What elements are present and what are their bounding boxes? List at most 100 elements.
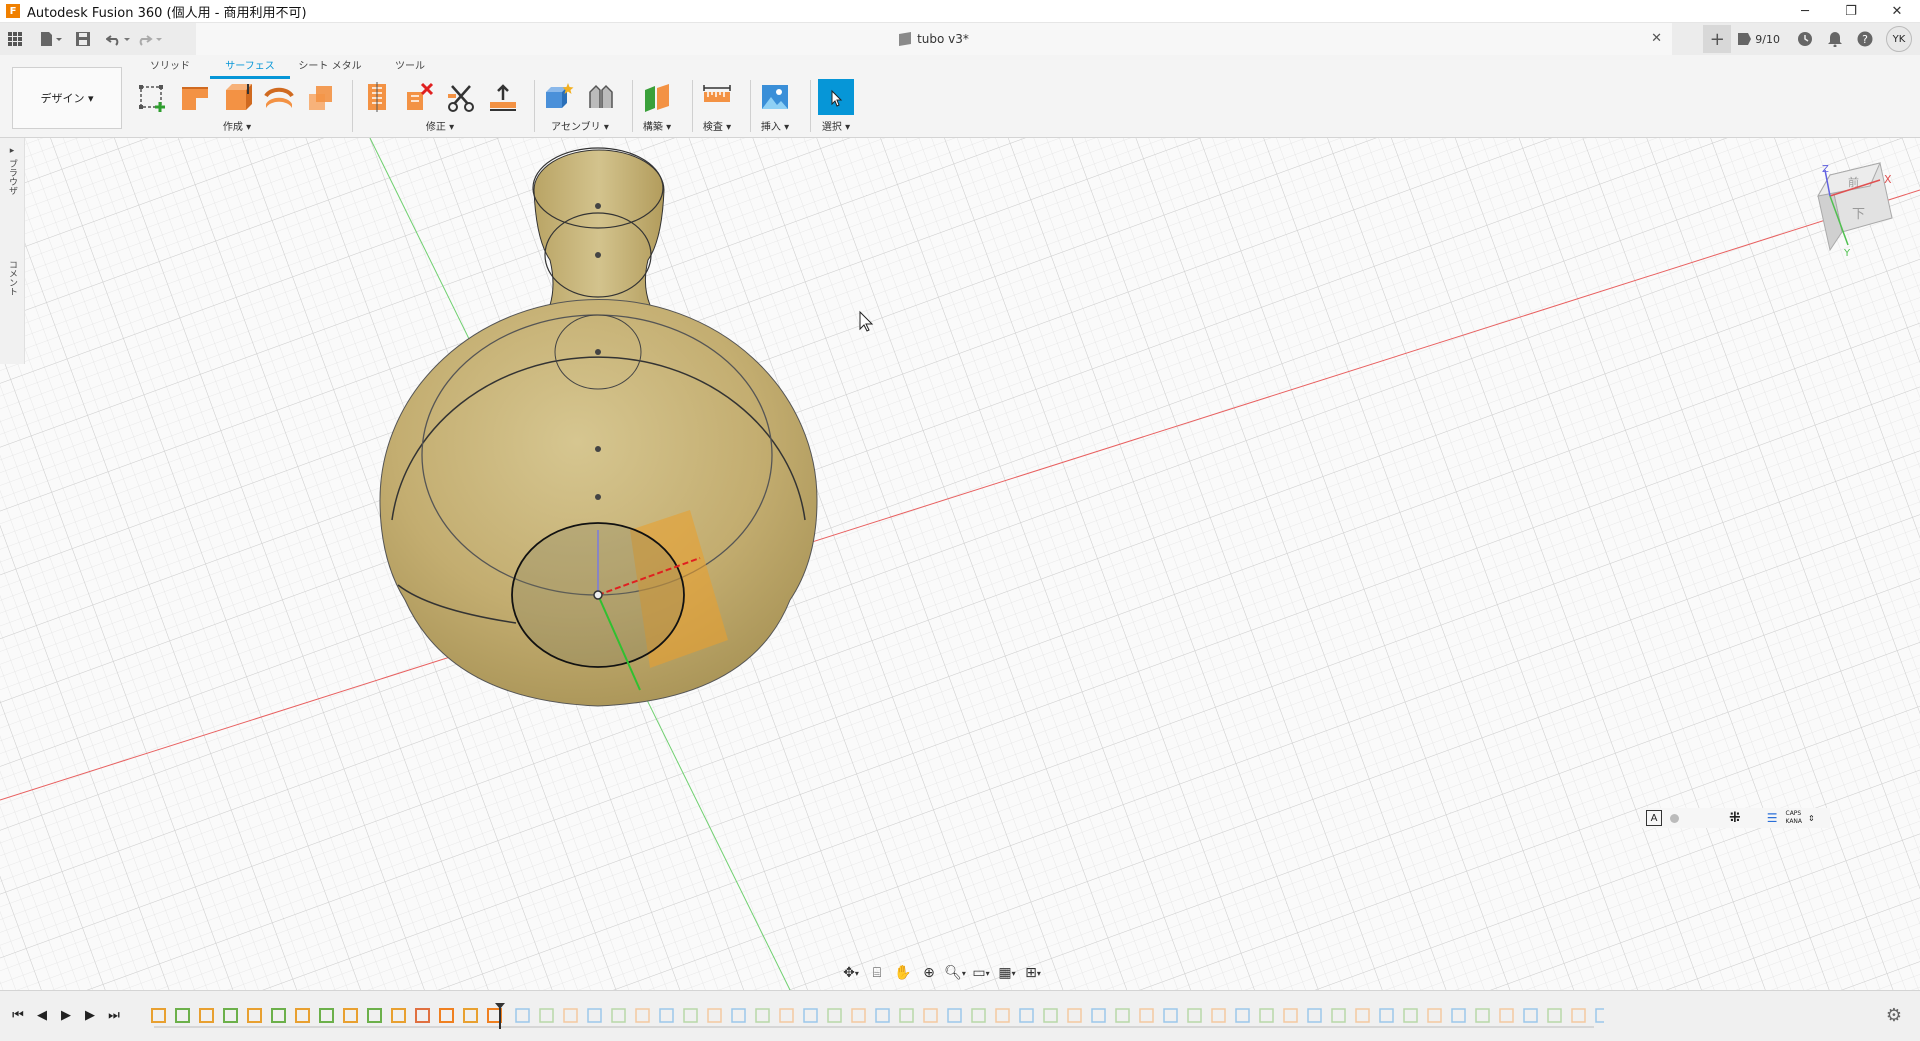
document-close-icon[interactable]: ✕ [1651, 31, 1662, 46]
timeline-feature-icon[interactable] [343, 1008, 358, 1023]
timeline-feature-icon[interactable] [563, 1008, 578, 1023]
timeline-feature-icon[interactable] [319, 1008, 334, 1023]
timeline-feature-icon[interactable] [803, 1008, 818, 1023]
timeline-settings-gear-icon[interactable]: ⚙ [1886, 1005, 1902, 1026]
timeline-previous-icon[interactable]: ◀ [32, 1007, 52, 1023]
file-menu-icon[interactable] [40, 26, 62, 52]
origin-point[interactable] [593, 590, 603, 600]
browser-tab[interactable]: ▸ ブラウザ [6, 146, 19, 195]
timeline-feature-icon[interactable] [1067, 1008, 1082, 1023]
timeline-feature-icon[interactable] [247, 1008, 262, 1023]
new-tab-plus-icon[interactable]: + [1703, 25, 1732, 53]
timeline-feature-icon[interactable] [1283, 1008, 1298, 1023]
timeline-feature-icon[interactable] [1043, 1008, 1058, 1023]
tab-surface[interactable]: サーフェス [210, 57, 290, 79]
timeline-feature-icon[interactable] [391, 1008, 406, 1023]
viewports-icon[interactable]: ⊞ ▾ [1020, 963, 1046, 983]
timeline-feature-icon[interactable] [1235, 1008, 1250, 1023]
user-avatar[interactable]: YK [1886, 26, 1912, 52]
timeline-feature-icon[interactable] [947, 1008, 962, 1023]
ime-mode-icon[interactable]: A [1646, 810, 1662, 826]
timeline-feature-icon[interactable] [707, 1008, 722, 1023]
create-group-label[interactable]: 作成 ▾ [223, 118, 251, 133]
timeline-feature-icon[interactable] [995, 1008, 1010, 1023]
timeline-feature-icon[interactable] [1307, 1008, 1322, 1023]
offset-surface-icon[interactable] [304, 81, 338, 113]
timeline-feature-icon[interactable] [151, 1008, 166, 1023]
timeline-feature-icon[interactable] [755, 1008, 770, 1023]
timeline-feature-icon[interactable] [659, 1008, 674, 1023]
workspace-dropdown[interactable]: デザイン ▾ [12, 67, 122, 129]
ime-dot-icon[interactable] [1670, 813, 1679, 823]
timeline-feature-icon[interactable] [1163, 1008, 1178, 1023]
redo-icon[interactable] [138, 26, 164, 52]
revolve-surface-icon[interactable] [262, 81, 296, 113]
timeline-feature-icon[interactable] [1211, 1008, 1226, 1023]
tray-arrow-icon[interactable]: ⇕ [1808, 814, 1815, 823]
timeline-feature-icon[interactable] [539, 1008, 554, 1023]
ime-kanji-icon[interactable]: ⁜ [1729, 810, 1741, 826]
grid-menu-icon[interactable] [8, 26, 22, 52]
timeline-feature-icon[interactable] [683, 1008, 698, 1023]
tab-sheet-metal[interactable]: シート メタル [290, 57, 370, 79]
timeline-feature-icon[interactable] [1427, 1008, 1442, 1023]
timeline-feature-icon[interactable] [271, 1008, 286, 1023]
timeline-feature-icon[interactable] [1451, 1008, 1466, 1023]
timeline-feature-icon[interactable] [923, 1008, 938, 1023]
trim-scissors-icon[interactable] [444, 81, 478, 113]
tab-solid[interactable]: ソリッド [130, 57, 210, 79]
timeline-feature-icon[interactable] [1571, 1008, 1586, 1023]
close-button[interactable]: ✕ [1874, 0, 1920, 22]
thicken-icon[interactable] [486, 81, 520, 113]
inspect-group-label[interactable]: 検査 ▾ [703, 118, 731, 133]
history-clock-icon[interactable] [1790, 25, 1820, 53]
insert-group-label[interactable]: 挿入 ▾ [761, 118, 789, 133]
display-settings-icon[interactable]: ▭ ▾ [968, 963, 994, 983]
minimize-button[interactable]: ─ [1782, 0, 1828, 22]
select-group-label[interactable]: 選択 ▾ [822, 118, 850, 133]
timeline-feature-icon[interactable] [971, 1008, 986, 1023]
timeline-feature-icon[interactable] [1475, 1008, 1490, 1023]
timeline-feature-icon[interactable] [731, 1008, 746, 1023]
help-icon[interactable]: ? [1850, 25, 1880, 53]
timeline-feature-icon[interactable] [515, 1008, 530, 1023]
timeline-play-icon[interactable]: ▶ [56, 1007, 76, 1023]
timeline-feature-icon[interactable] [1139, 1008, 1154, 1023]
new-component-icon[interactable] [542, 81, 576, 113]
assemble-group-label[interactable]: アセンブリ ▾ [551, 118, 609, 133]
timeline-feature-icon[interactable] [223, 1008, 238, 1023]
extrude-surface-icon[interactable] [178, 81, 212, 113]
ime-list-icon[interactable]: ☰ [1767, 811, 1778, 825]
create-sketch-icon[interactable] [136, 81, 170, 113]
save-icon[interactable] [76, 26, 90, 52]
grid-settings-icon[interactable]: ▦ ▾ [994, 963, 1020, 983]
timeline-feature-icon[interactable] [1115, 1008, 1130, 1023]
undo-icon[interactable] [106, 26, 132, 52]
timeline-feature-icon[interactable] [851, 1008, 866, 1023]
look-at-icon[interactable]: ⌸ [864, 963, 890, 983]
restore-button[interactable]: ❐ [1828, 0, 1874, 22]
timeline-next-icon[interactable]: ▶ [80, 1007, 100, 1023]
timeline-feature-icon[interactable] [635, 1008, 650, 1023]
timeline-feature-icon[interactable] [587, 1008, 602, 1023]
offset-plane-icon[interactable] [640, 81, 674, 113]
timeline-feature-icon[interactable] [439, 1008, 454, 1023]
delete-face-icon[interactable] [402, 81, 436, 113]
viewcube-front-label[interactable]: 下 [1852, 207, 1865, 222]
notification-bell-icon[interactable] [1820, 25, 1850, 53]
modify-group-label[interactable]: 修正 ▾ [426, 118, 454, 133]
timeline-feature-icon[interactable] [1331, 1008, 1346, 1023]
timeline-feature-icon[interactable] [1259, 1008, 1274, 1023]
tab-tools[interactable]: ツール [370, 57, 450, 79]
timeline-feature-icon[interactable] [1379, 1008, 1394, 1023]
timeline-feature-icon[interactable] [899, 1008, 914, 1023]
timeline-feature-icon[interactable] [367, 1008, 382, 1023]
zoom-fit-icon[interactable]: ⊕ [916, 963, 942, 983]
timeline-feature-icon[interactable] [295, 1008, 310, 1023]
timeline-feature-icon[interactable] [779, 1008, 794, 1023]
timeline-feature-icon[interactable] [875, 1008, 890, 1023]
timeline-feature-icon[interactable] [611, 1008, 626, 1023]
patch-surface-icon[interactable] [220, 81, 254, 113]
timeline-feature-icon[interactable] [175, 1008, 190, 1023]
timeline-feature-icon[interactable] [1019, 1008, 1034, 1023]
